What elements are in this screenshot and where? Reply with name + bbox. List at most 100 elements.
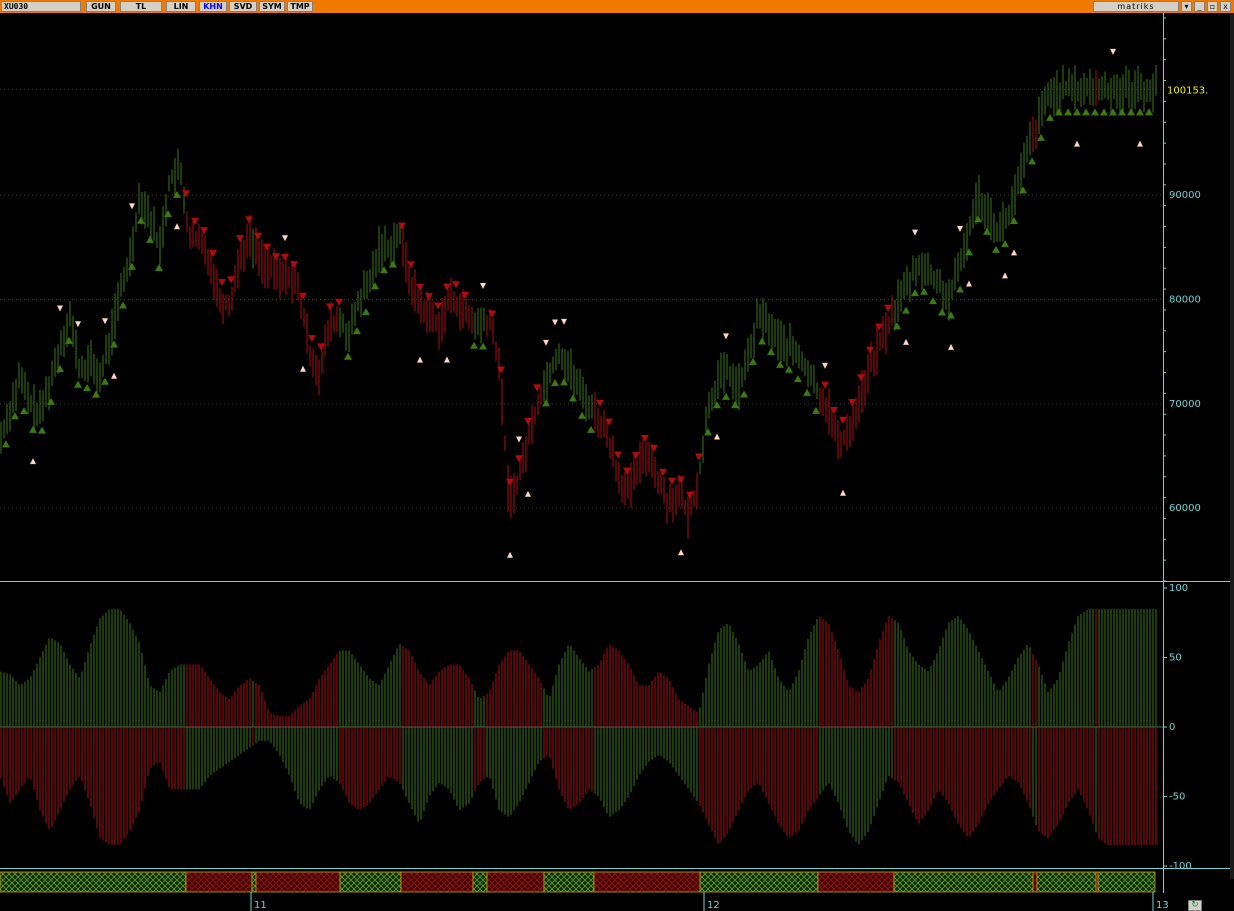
chart-canvas[interactable]: 90000 80000 70000 60000 100153. 100 50 0 -50 -100… [0, 13, 1234, 911]
x-tick-label: 11 [254, 900, 267, 911]
signal-arrow [516, 436, 522, 443]
regime-segment [543, 871, 595, 893]
regime-segment [400, 871, 474, 893]
osc-y-tick-label: 50 [1169, 653, 1182, 664]
buy-arrow [119, 301, 127, 309]
buy-arrow [11, 412, 19, 420]
buy-arrow [902, 306, 910, 314]
buy-arrow [1145, 108, 1153, 116]
regime-segment [486, 871, 545, 893]
gun-button[interactable]: GUN [86, 1, 116, 12]
sell-arrow [650, 444, 658, 452]
buy-arrow [1001, 240, 1009, 248]
buy-arrow [920, 287, 928, 295]
osc-y-tick-label: -50 [1169, 792, 1185, 803]
osc-y-tick-label: -100 [1169, 861, 1192, 872]
buy-arrow [479, 342, 487, 350]
signal-arrow [507, 551, 513, 558]
buy-arrow [713, 401, 721, 409]
tl-button[interactable]: TL [120, 1, 162, 12]
restore-icon[interactable]: ▫ [1207, 1, 1218, 12]
sell-arrow [632, 452, 640, 460]
signal-arrow [840, 489, 846, 496]
signal-arrow [543, 339, 549, 346]
regime-segment [1036, 871, 1097, 893]
y-tick-label: 60000 [1169, 503, 1201, 514]
close-icon[interactable]: x [1220, 1, 1231, 12]
sell-arrow [533, 384, 541, 392]
sell-arrow [461, 292, 469, 300]
sell-arrow [821, 381, 829, 389]
buy-arrow [947, 311, 955, 319]
buy-arrow [767, 348, 775, 356]
sell-arrow [326, 303, 334, 311]
buy-arrow [983, 227, 991, 235]
sell-arrow [407, 261, 415, 269]
scrollbar[interactable] [1230, 13, 1234, 879]
sell-arrow [830, 407, 838, 415]
buy-arrow [1019, 186, 1027, 194]
signal-arrow [552, 319, 558, 326]
buy-arrow [2, 440, 10, 448]
signal-arrow [300, 365, 306, 372]
svd-button[interactable]: SVD [229, 1, 257, 12]
sell-arrow [425, 293, 433, 301]
signal-arrow [1011, 249, 1017, 256]
signal-arrow [525, 490, 531, 497]
regime-segment [185, 871, 253, 893]
buy-arrow [551, 378, 559, 386]
lin-button[interactable]: LIN [166, 1, 196, 12]
sell-arrow [686, 491, 694, 499]
osc-y-tick-label: 0 [1169, 722, 1175, 733]
signal-arrow [30, 458, 36, 465]
buy-arrow [992, 245, 1000, 253]
buy-arrow [740, 390, 748, 398]
buy-arrow [380, 266, 388, 274]
buy-arrow [794, 375, 802, 383]
buy-arrow [74, 380, 82, 388]
buy-arrow [1028, 157, 1036, 165]
signal-arrow [111, 372, 117, 379]
regime-segment [0, 871, 187, 893]
dropdown-icon[interactable]: ▾ [1181, 1, 1192, 12]
regime-segment [339, 871, 402, 893]
sell-arrow [497, 366, 505, 374]
sell-arrow [227, 276, 235, 284]
matriks-logo: matriks [1093, 1, 1179, 12]
buy-arrow [128, 262, 136, 270]
buy-arrow [560, 378, 568, 386]
sell-arrow [317, 343, 325, 351]
tmp-button[interactable]: TMP [287, 1, 313, 12]
buy-arrow [893, 322, 901, 330]
buy-arrow [1100, 108, 1108, 116]
sell-arrow [182, 190, 190, 198]
buy-arrow [704, 428, 712, 436]
sell-arrow [668, 477, 676, 485]
buy-arrow [20, 407, 28, 415]
signal-arrow [678, 549, 684, 556]
buy-arrow [1037, 133, 1045, 141]
signal-arrow [1002, 272, 1008, 279]
sell-arrow [884, 304, 892, 312]
sym-button[interactable]: SYM [259, 1, 285, 12]
khn-button[interactable]: KHN [199, 1, 227, 12]
buy-arrow [578, 411, 586, 419]
signal-arrow [444, 356, 450, 363]
signal-arrow [1137, 140, 1143, 147]
buy-arrow [371, 282, 379, 290]
symbol-field[interactable]: XU030 [1, 1, 81, 12]
refresh-icon[interactable]: ↻ [1188, 900, 1202, 911]
buy-arrow [974, 215, 982, 223]
buy-arrow [173, 190, 181, 198]
minimize-icon[interactable]: _ [1194, 1, 1205, 12]
buy-arrow [1127, 108, 1135, 116]
buy-arrow [65, 336, 73, 344]
sell-arrow [299, 292, 307, 300]
buy-arrow [389, 260, 397, 268]
buy-arrow [1064, 108, 1072, 116]
buy-arrow [1082, 108, 1090, 116]
sell-arrow [290, 261, 298, 269]
buy-arrow [110, 340, 118, 348]
signal-arrow [1110, 48, 1116, 55]
buy-arrow [146, 235, 154, 243]
